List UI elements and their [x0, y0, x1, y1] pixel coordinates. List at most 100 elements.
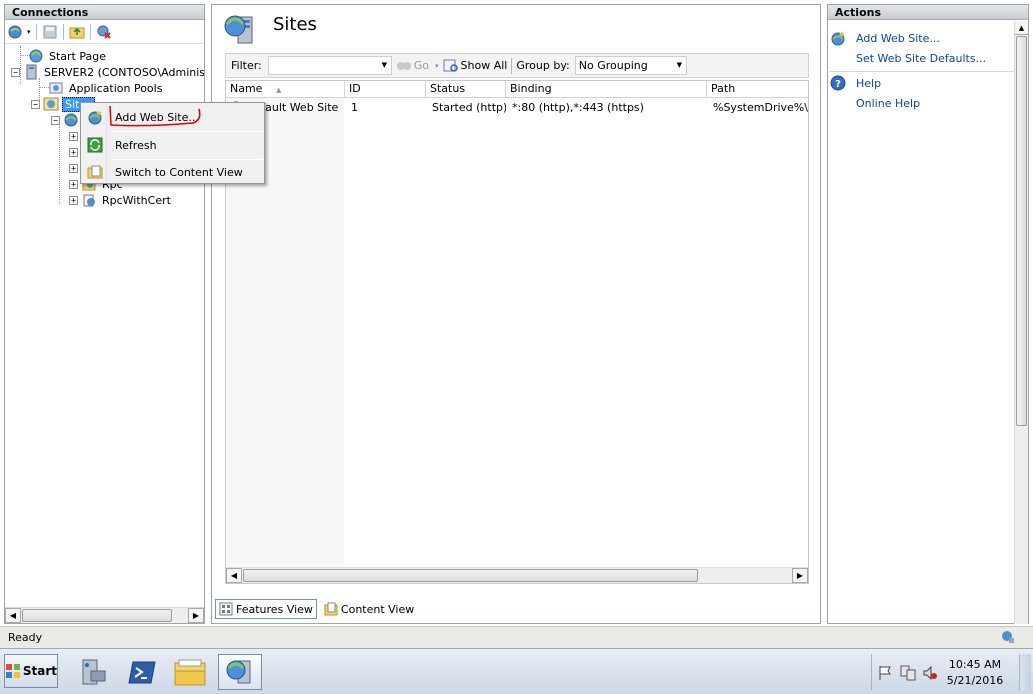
- actions-vscrollbar[interactable]: ▲: [1014, 21, 1028, 624]
- flag-icon[interactable]: [878, 665, 892, 681]
- network-icon[interactable]: [900, 665, 916, 681]
- menu-separator: [111, 131, 263, 132]
- group-by-select[interactable]: No Grouping ▼: [574, 56, 687, 75]
- menu-item-label: Refresh: [115, 138, 157, 152]
- status-bar: Ready: [0, 626, 1033, 648]
- scroll-thumb[interactable]: [1016, 36, 1027, 426]
- tree-item-start-page[interactable]: Start Page: [25, 48, 108, 64]
- sites-icon: [224, 15, 253, 44]
- disconnect-icon[interactable]: [96, 24, 112, 40]
- collapse-icon[interactable]: −: [11, 67, 20, 77]
- collapse-icon[interactable]: −: [31, 99, 40, 109]
- show-all-button[interactable]: Show All: [443, 59, 508, 73]
- column-header-id[interactable]: ID: [345, 81, 426, 98]
- filter-input[interactable]: ▼: [267, 56, 392, 75]
- add-web-site-icon: [831, 31, 845, 46]
- start-page-icon: [29, 49, 43, 63]
- connections-hscrollbar[interactable]: ◀ ▶: [5, 607, 204, 623]
- view-tabs: Features View Content View: [215, 599, 417, 619]
- tree-item-collapsed[interactable]: +: [69, 160, 78, 176]
- table-hscrollbar[interactable]: ◀ ▶: [226, 567, 808, 583]
- column-header-binding[interactable]: Binding: [506, 81, 707, 98]
- powershell-icon: [128, 661, 156, 684]
- sort-ascending-icon: ▲: [275, 86, 282, 94]
- column-header-status[interactable]: Status: [426, 81, 506, 98]
- expand-icon[interactable]: +: [69, 163, 78, 173]
- action-online-help[interactable]: Online Help: [856, 94, 920, 112]
- toolbar-separator: [89, 23, 91, 40]
- tree-item-server[interactable]: − SERVER2 (CONTOSO\Administra: [11, 64, 204, 80]
- expand-icon[interactable]: +: [69, 147, 78, 157]
- iis-icon: [226, 660, 251, 684]
- scroll-thumb[interactable]: [243, 569, 698, 582]
- virtual-directory-icon: [83, 194, 95, 207]
- server-manager-button[interactable]: [70, 654, 114, 690]
- tree-item-application-pools[interactable]: Application Pools: [45, 80, 164, 96]
- refresh-icon: [87, 137, 103, 153]
- chevron-down-icon[interactable]: ▾: [27, 28, 31, 36]
- folder-up-icon[interactable]: [69, 24, 85, 40]
- menu-item-refresh[interactable]: Refresh: [83, 133, 262, 157]
- expand-icon[interactable]: +: [69, 195, 78, 205]
- clock[interactable]: 10:45 AM 5/21/2016: [945, 657, 1005, 689]
- chevron-down-icon[interactable]: ▼: [673, 57, 686, 74]
- action-label: Online Help: [856, 96, 921, 110]
- column-header-label: Name: [230, 82, 263, 95]
- chevron-down-icon[interactable]: ▾: [435, 62, 439, 70]
- help-icon: ?: [830, 75, 846, 91]
- cell-path: %SystemDrive%\ine: [713, 101, 808, 114]
- group-by-label: Group by:: [516, 59, 570, 72]
- clock-time: 10:45 AM: [948, 658, 1002, 671]
- powershell-button[interactable]: [120, 654, 164, 690]
- explorer-icon: [174, 659, 206, 686]
- server-manager-icon: [82, 659, 106, 685]
- show-all-icon: [443, 59, 458, 72]
- group-by-value: No Grouping: [578, 59, 648, 72]
- save-icon[interactable]: [42, 24, 58, 40]
- chevron-down-icon[interactable]: ▼: [378, 57, 391, 74]
- tab-content-view[interactable]: Content View: [321, 599, 417, 619]
- action-help[interactable]: ? Help: [830, 74, 881, 92]
- tree-item-collapsed[interactable]: +: [69, 144, 78, 160]
- menu-item-switch-to-content-view[interactable]: Switch to Content View: [83, 160, 262, 184]
- collapse-icon[interactable]: −: [51, 115, 60, 125]
- show-all-label: Show All: [460, 59, 508, 72]
- tab-label: Features View: [236, 602, 313, 616]
- system-tray: 10:45 AM 5/21/2016: [871, 654, 1033, 690]
- tree-item-default-web-site[interactable]: −: [51, 112, 82, 128]
- sites-icon: [43, 97, 59, 111]
- column-header-path[interactable]: Path: [707, 81, 808, 98]
- iis-manager-button[interactable]: [218, 654, 262, 690]
- tab-features-view[interactable]: Features View: [215, 599, 317, 619]
- tree-item-collapsed[interactable]: +: [69, 128, 78, 144]
- filter-label: Filter:: [231, 59, 262, 72]
- speaker-icon[interactable]: [922, 665, 938, 681]
- tree-item-rpcwithcert[interactable]: + RpcWithCert: [69, 192, 173, 208]
- scroll-left-icon[interactable]: ◀: [226, 568, 242, 583]
- scroll-left-icon[interactable]: ◀: [5, 608, 21, 623]
- menu-item-label: Switch to Content View: [115, 165, 243, 179]
- toolbar-separator: [35, 23, 37, 40]
- tree-item-label: RpcWithCert: [102, 193, 171, 207]
- expand-icon[interactable]: +: [69, 179, 78, 189]
- column-header-name[interactable]: Name ▲: [226, 81, 345, 98]
- expand-icon[interactable]: +: [69, 131, 78, 141]
- go-button[interactable]: Go: [396, 59, 429, 73]
- connect-icon[interactable]: [8, 24, 24, 40]
- scroll-up-icon[interactable]: ▲: [1015, 21, 1028, 35]
- connections-title: Connections: [5, 5, 204, 20]
- column-header-label: Status: [430, 82, 466, 95]
- show-desktop-button[interactable]: [1019, 654, 1031, 690]
- action-set-web-site-defaults[interactable]: Set Web Site Defaults...: [856, 49, 986, 67]
- action-add-web-site[interactable]: Add Web Site...: [830, 29, 940, 47]
- taskbar: Start 10:45 AM 5/21/2016: [0, 648, 1033, 694]
- scroll-right-icon[interactable]: ▶: [792, 568, 808, 583]
- connections-pane: Connections ▾ Start Page − SERVER2 (CONT…: [4, 4, 205, 624]
- content-view-icon: [87, 165, 103, 179]
- actions-separator: [830, 71, 1016, 72]
- scroll-right-icon[interactable]: ▶: [188, 608, 204, 623]
- start-button[interactable]: Start: [4, 654, 58, 688]
- sites-content-pane: Sites Filter: ▼ Go ▾ Show All Group by: …: [211, 4, 821, 624]
- explorer-button[interactable]: [168, 654, 212, 690]
- scroll-thumb[interactable]: [22, 609, 172, 622]
